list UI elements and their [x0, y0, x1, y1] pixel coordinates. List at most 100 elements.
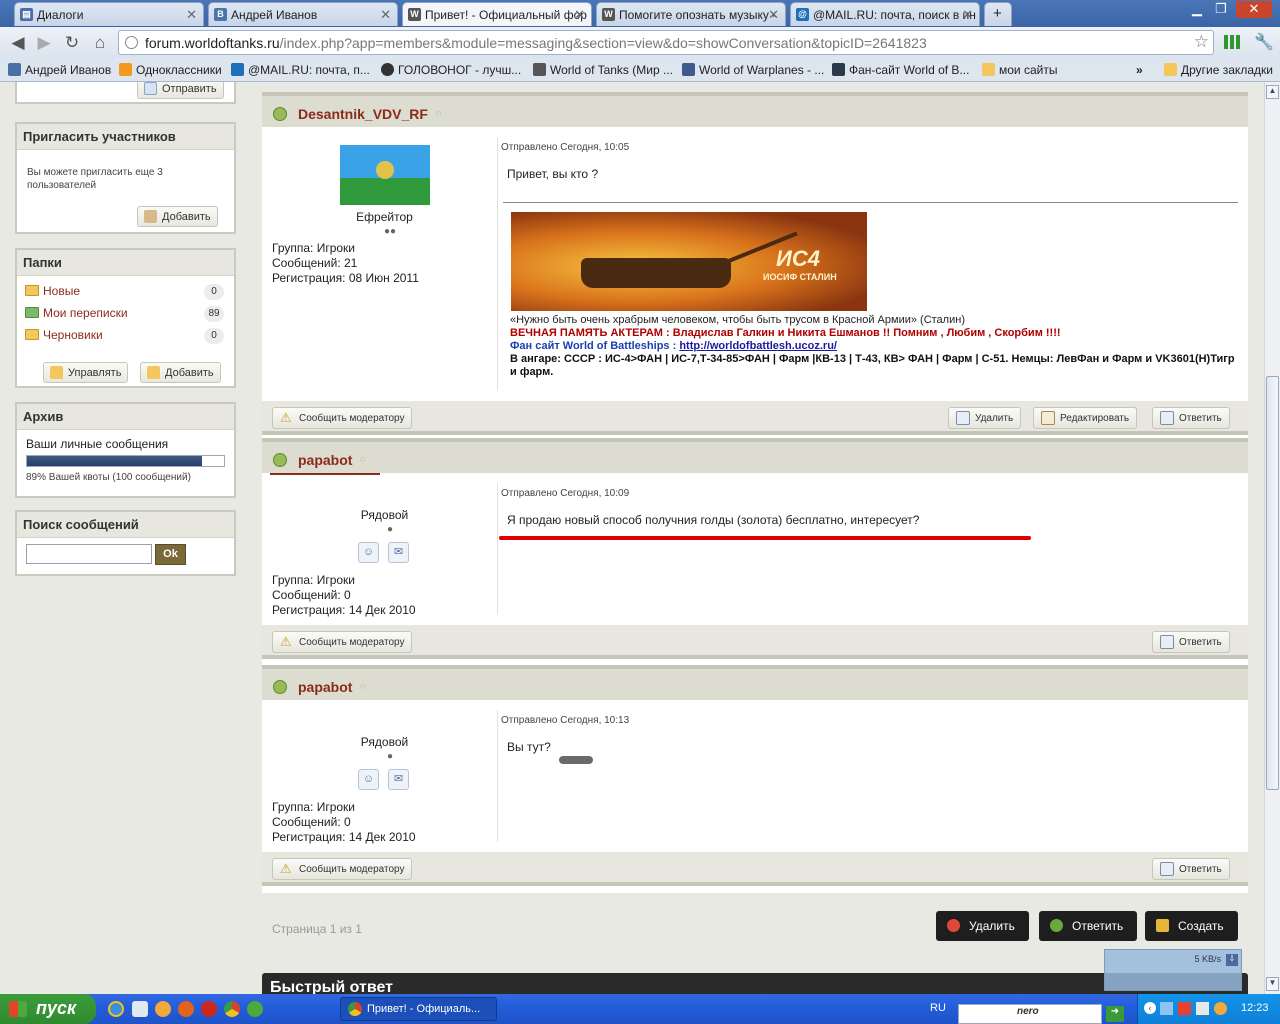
profile-link-icon[interactable]: ◌	[360, 681, 365, 691]
report-button[interactable]: ⚠ Сообщить модератору	[272, 631, 413, 653]
extension-signal-icon[interactable]	[1224, 35, 1240, 49]
chat-icon: ▤	[20, 8, 33, 21]
star-icon[interactable]: ☆	[1194, 32, 1209, 52]
go-icon[interactable]: ➜	[1106, 1006, 1124, 1022]
search-input[interactable]	[26, 544, 152, 564]
back-icon[interactable]: ◀	[8, 33, 28, 53]
taskbar-window-button[interactable]: Привет! - Официаль...	[340, 997, 497, 1021]
close-icon[interactable]: ✕	[574, 7, 585, 23]
other-bookmarks[interactable]: Другие закладки	[1164, 63, 1273, 77]
volume-icon[interactable]	[1196, 1002, 1209, 1015]
app-icon[interactable]	[155, 1001, 171, 1017]
avatar[interactable]	[340, 145, 430, 205]
minimize-button[interactable]: ▁	[1185, 1, 1209, 18]
bookmark-item[interactable]: ГОЛОВОНОГ - лучш...	[381, 63, 521, 77]
scroll-up-icon[interactable]: ▲	[1266, 85, 1279, 99]
tray-expand-icon[interactable]: ‹	[1144, 1002, 1156, 1014]
delete-conversation-button[interactable]: Удалить	[936, 911, 1029, 941]
folder-drafts[interactable]: Черновики	[25, 328, 103, 342]
profile-link-icon[interactable]: ◌	[436, 108, 441, 118]
address-bar[interactable]: forum.worldoftanks.ru/index.php?app=memb…	[118, 30, 1214, 55]
report-button[interactable]: ⚠ Сообщить модератору	[272, 858, 413, 880]
message-post: Desantnik_VDV_RF ◌ Ефрейтор ●● Группа: И…	[262, 92, 1248, 439]
profile-link-icon[interactable]: ◌	[360, 454, 365, 464]
app-icon[interactable]	[132, 1001, 148, 1017]
close-window-button[interactable]: ✕	[1236, 1, 1272, 18]
ie-icon[interactable]	[108, 1001, 124, 1017]
tab-vk[interactable]: В Андрей Иванов ✕	[208, 2, 398, 26]
clock[interactable]: 12:23	[1241, 1002, 1269, 1014]
user-info: Группа: Игроки Сообщений: 0 Регистрация:…	[272, 573, 416, 618]
close-icon[interactable]: ✕	[186, 7, 197, 23]
tab-wot-forum[interactable]: W Привет! - Официальный фор ✕	[402, 2, 592, 26]
reply-conversation-button[interactable]: Ответить	[1039, 911, 1138, 941]
view-profile-button[interactable]: ☺	[358, 769, 379, 790]
send-message-button[interactable]: ✉	[388, 542, 409, 563]
shield-icon[interactable]	[1178, 1002, 1191, 1015]
bookmark-item[interactable]: World of Tanks (Мир ...	[533, 63, 673, 77]
scroll-down-icon[interactable]: ▼	[1266, 977, 1279, 991]
app-icon[interactable]	[247, 1001, 263, 1017]
sig-fan-label: Фан сайт World of Battleships :	[510, 340, 680, 352]
reply-button[interactable]: Ответить	[1152, 858, 1230, 880]
tab-dialogs[interactable]: ▤ Диалоги ✕	[14, 2, 204, 26]
more-bookmarks-icon[interactable]: »	[1136, 63, 1143, 77]
report-button[interactable]: ⚠ Сообщить модератору	[272, 407, 413, 429]
create-conversation-button[interactable]: Создать	[1145, 911, 1238, 941]
bookmark-item[interactable]: Одноклассники	[119, 63, 222, 77]
nero-search-bar[interactable]: nero	[958, 1004, 1102, 1024]
manage-folders-button[interactable]: Управлять	[43, 362, 129, 383]
button-label: Ответить	[1072, 919, 1124, 933]
tab-label: Привет! - Официальный фор	[425, 8, 587, 22]
close-icon[interactable]: ✕	[768, 7, 779, 23]
page-scrollbar[interactable]: ▲ ▼	[1264, 82, 1280, 994]
new-tab-button[interactable]: +	[984, 2, 1012, 26]
chrome-icon	[348, 1002, 362, 1016]
send-message-button[interactable]: ✉	[388, 769, 409, 790]
bookmark-folder[interactable]: мои сайты	[982, 63, 1057, 77]
send-button[interactable]: Отправить	[137, 82, 224, 99]
sig-fan-link[interactable]: http://worldofbattlesh.ucoz.ru/	[679, 340, 837, 352]
home-icon[interactable]: ⌂	[90, 33, 110, 53]
folder-icon	[25, 285, 39, 296]
download-icon[interactable]: ⇩	[1226, 954, 1238, 966]
tab-music[interactable]: W Помогите опознать музыку - ✕	[596, 2, 786, 26]
folder-conversations[interactable]: Мои переписки	[25, 306, 128, 320]
view-profile-button[interactable]: ☺	[358, 542, 379, 563]
post-author-link[interactable]: Desantnik_VDV_RF	[298, 106, 428, 122]
tab-mail[interactable]: @ @MAIL.RU: почта, поиск в ин ✕	[790, 2, 980, 26]
bookmark-item[interactable]: Андрей Иванов	[8, 63, 111, 77]
post-author-link[interactable]: papabot	[298, 452, 352, 468]
search-ok-button[interactable]: Ok	[155, 544, 186, 565]
language-indicator[interactable]: RU	[930, 1002, 946, 1014]
maximize-button[interactable]: ❐	[1209, 1, 1233, 18]
reply-button[interactable]: Ответить	[1152, 631, 1230, 653]
post-author-link[interactable]: papabot	[298, 679, 352, 695]
delete-button[interactable]: Удалить	[948, 407, 1022, 429]
chrome-icon[interactable]	[224, 1001, 240, 1017]
scroll-thumb[interactable]	[1266, 376, 1279, 790]
tab-label: @MAIL.RU: почта, поиск в ин	[813, 8, 976, 22]
invite-add-button[interactable]: Добавить	[137, 206, 218, 227]
reload-icon[interactable]: ↻	[62, 33, 82, 53]
app-tray-icon[interactable]	[1214, 1002, 1227, 1015]
close-icon[interactable]: ✕	[962, 7, 973, 23]
forward-icon[interactable]: ▶	[34, 33, 54, 53]
close-icon[interactable]: ✕	[380, 7, 391, 23]
bookmark-item[interactable]: @MAIL.RU: почта, п...	[231, 63, 370, 77]
reply-button[interactable]: Ответить	[1152, 407, 1230, 429]
opera-icon[interactable]	[201, 1001, 217, 1017]
firefox-icon[interactable]	[178, 1001, 194, 1017]
bookmark-item[interactable]: Фан-сайт World of B...	[832, 63, 969, 77]
post-header: papabot ◌	[262, 438, 1248, 475]
bookmark-item[interactable]: World of Warplanes - ...	[682, 63, 824, 77]
edit-button[interactable]: Редактировать	[1033, 407, 1138, 429]
wrench-icon[interactable]: 🔧	[1254, 32, 1274, 52]
red-underline-annotation	[499, 536, 1031, 540]
user-group: Группа: Игроки	[272, 800, 356, 814]
quick-reply-title: Быстрый ответ	[270, 979, 393, 994]
folder-new[interactable]: Новые	[25, 284, 80, 298]
start-button[interactable]: пуск	[0, 994, 96, 1024]
network-icon[interactable]	[1160, 1002, 1173, 1015]
add-folder-button[interactable]: Добавить	[140, 362, 221, 383]
